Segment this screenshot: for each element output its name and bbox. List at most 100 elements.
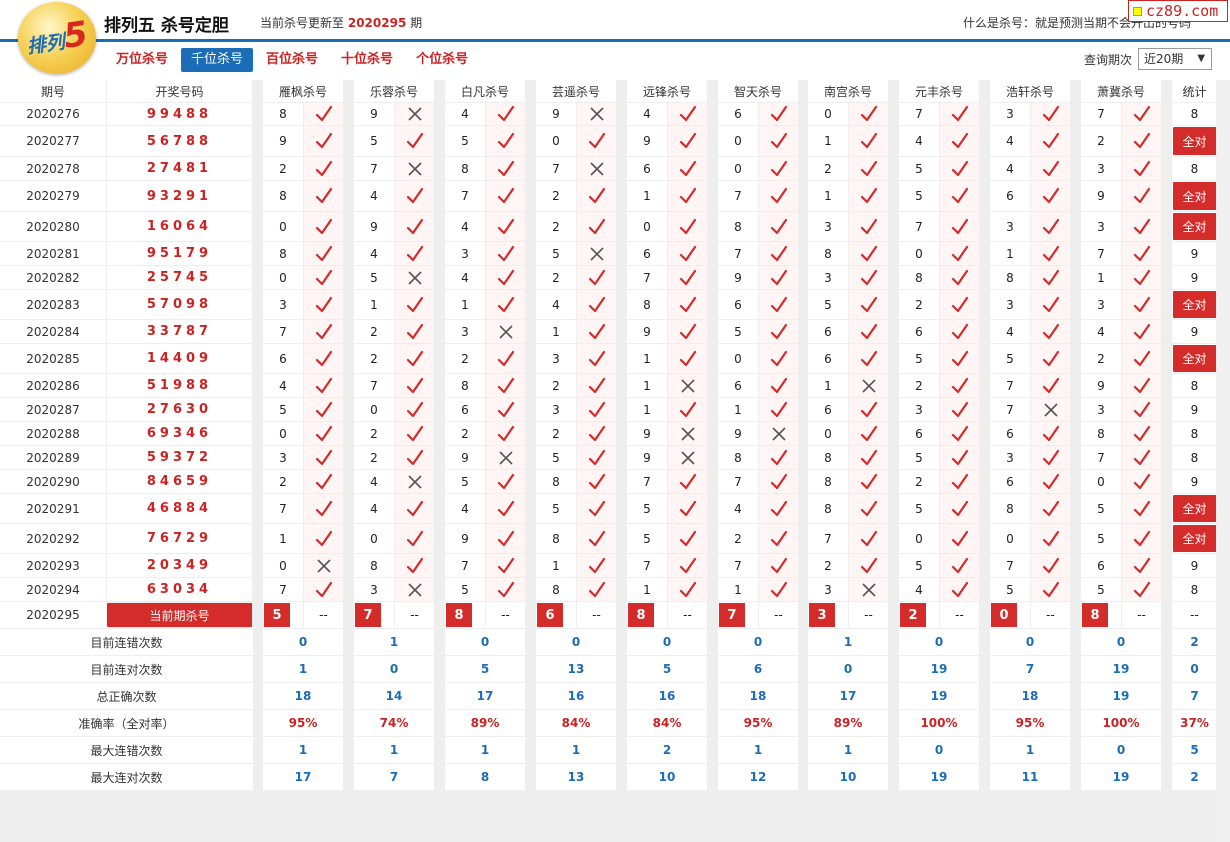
kill-number: 5 [445, 578, 485, 601]
check-icon [395, 494, 434, 523]
kill-number: 8 [263, 242, 303, 265]
kill-number: 1 [263, 524, 303, 553]
cross-icon [395, 157, 434, 180]
issue-cell: 2020284 [0, 320, 106, 343]
stat-value: 6 [718, 656, 798, 682]
kill-number: 0 [718, 344, 758, 373]
check-icon [1031, 157, 1070, 180]
stat-value: 1 [808, 629, 888, 655]
check-icon [577, 422, 616, 445]
kill-number: 8 [808, 446, 848, 469]
issue-cell: 2020276 [0, 103, 106, 125]
tab-1[interactable]: 千位杀号 [181, 48, 254, 72]
check-icon [1031, 344, 1070, 373]
stat-value: 0 [1172, 656, 1217, 682]
kill-number: 8 [1081, 422, 1121, 445]
tab-3[interactable]: 十位杀号 [331, 48, 403, 72]
stat-dash: -- [1172, 602, 1217, 628]
kill-number: 7 [808, 524, 848, 553]
check-icon [940, 157, 979, 180]
pending-dash: -- [668, 602, 707, 628]
kill-number: 6 [808, 320, 848, 343]
stat-value: 2 [627, 737, 707, 763]
check-icon [486, 157, 525, 180]
check-icon [940, 212, 979, 241]
stat-value: 19 [899, 764, 979, 790]
kill-number: 3 [354, 578, 394, 601]
check-icon [1122, 374, 1161, 397]
check-icon [486, 494, 525, 523]
kill-number: 4 [445, 103, 485, 125]
current-kill-label[interactable]: 当前期杀号 [107, 603, 252, 627]
kill-number: 2 [808, 157, 848, 180]
check-icon [940, 126, 979, 156]
stat-cell: 全对 [1172, 290, 1217, 319]
kill-number: 3 [445, 320, 485, 343]
logo[interactable]: 排列5 [18, 2, 96, 74]
issue-cell: 2020280 [0, 212, 106, 241]
kill-number: 4 [990, 126, 1030, 156]
stat-value: 1 [263, 656, 343, 682]
kill-number: 1 [718, 578, 758, 601]
kill-number: 0 [263, 422, 303, 445]
stat-value: 84% [536, 710, 616, 736]
stat-cell: 8 [1172, 446, 1217, 469]
current-kill-number: 8 [446, 603, 472, 627]
col-header-stat: 统计 [1172, 80, 1217, 102]
kill-number: 2 [536, 181, 576, 211]
stat-value: 8 [445, 764, 525, 790]
kill-number: 3 [263, 446, 303, 469]
check-icon [759, 103, 798, 125]
check-icon [759, 126, 798, 156]
kill-number: 2 [354, 422, 394, 445]
pending-dash: -- [1031, 602, 1070, 628]
kill-number: 2 [354, 344, 394, 373]
col-header-draw: 开奖号码 [107, 80, 252, 102]
tab-0[interactable]: 万位杀号 [106, 48, 178, 72]
kill-number: 7 [1081, 242, 1121, 265]
scrollbar[interactable] [1216, 80, 1230, 842]
kill-number: 2 [536, 422, 576, 445]
kill-number: 5 [990, 344, 1030, 373]
draw-number: 14409 [107, 344, 252, 373]
kill-number: 7 [263, 578, 303, 601]
cross-icon [668, 422, 707, 445]
check-icon [668, 242, 707, 265]
stat-value: 5 [627, 656, 707, 682]
kill-number: 2 [445, 422, 485, 445]
kill-number: 3 [990, 446, 1030, 469]
check-icon [486, 344, 525, 373]
current-kill-number: 3 [809, 603, 835, 627]
site-badge[interactable]: cz89.com [1128, 0, 1228, 22]
kill-number: 1 [354, 290, 394, 319]
kill-number: 3 [808, 212, 848, 241]
cross-icon [395, 103, 434, 125]
stat-cell: 全对 [1172, 524, 1217, 553]
kill-number: 9 [627, 320, 667, 343]
check-icon [759, 290, 798, 319]
check-icon [759, 578, 798, 601]
kill-number: 5 [627, 524, 667, 553]
current-issue: 2020295 [0, 602, 106, 628]
check-icon [395, 374, 434, 397]
kill-number: 1 [808, 181, 848, 211]
period-select[interactable]: 近20期 ▼ [1138, 48, 1213, 70]
col-header-expert: 元丰杀号 [899, 80, 979, 102]
kill-number: 1 [445, 290, 485, 319]
check-icon [849, 344, 888, 373]
draw-number: 59372 [107, 446, 252, 469]
cross-icon [395, 266, 434, 289]
stat-cell: 9 [1172, 266, 1217, 289]
kill-number: 5 [899, 554, 939, 577]
kill-number: 7 [1081, 103, 1121, 125]
tab-4[interactable]: 个位杀号 [406, 48, 478, 72]
tab-2[interactable]: 百位杀号 [256, 48, 328, 72]
stat-value: 0 [627, 629, 707, 655]
stat-label: 最大连错次数 [0, 737, 253, 763]
kill-number: 4 [1081, 320, 1121, 343]
kill-number: 8 [718, 446, 758, 469]
check-icon [849, 320, 888, 343]
kill-number: 5 [263, 398, 303, 421]
check-icon [1031, 494, 1070, 523]
kill-number: 6 [990, 470, 1030, 493]
